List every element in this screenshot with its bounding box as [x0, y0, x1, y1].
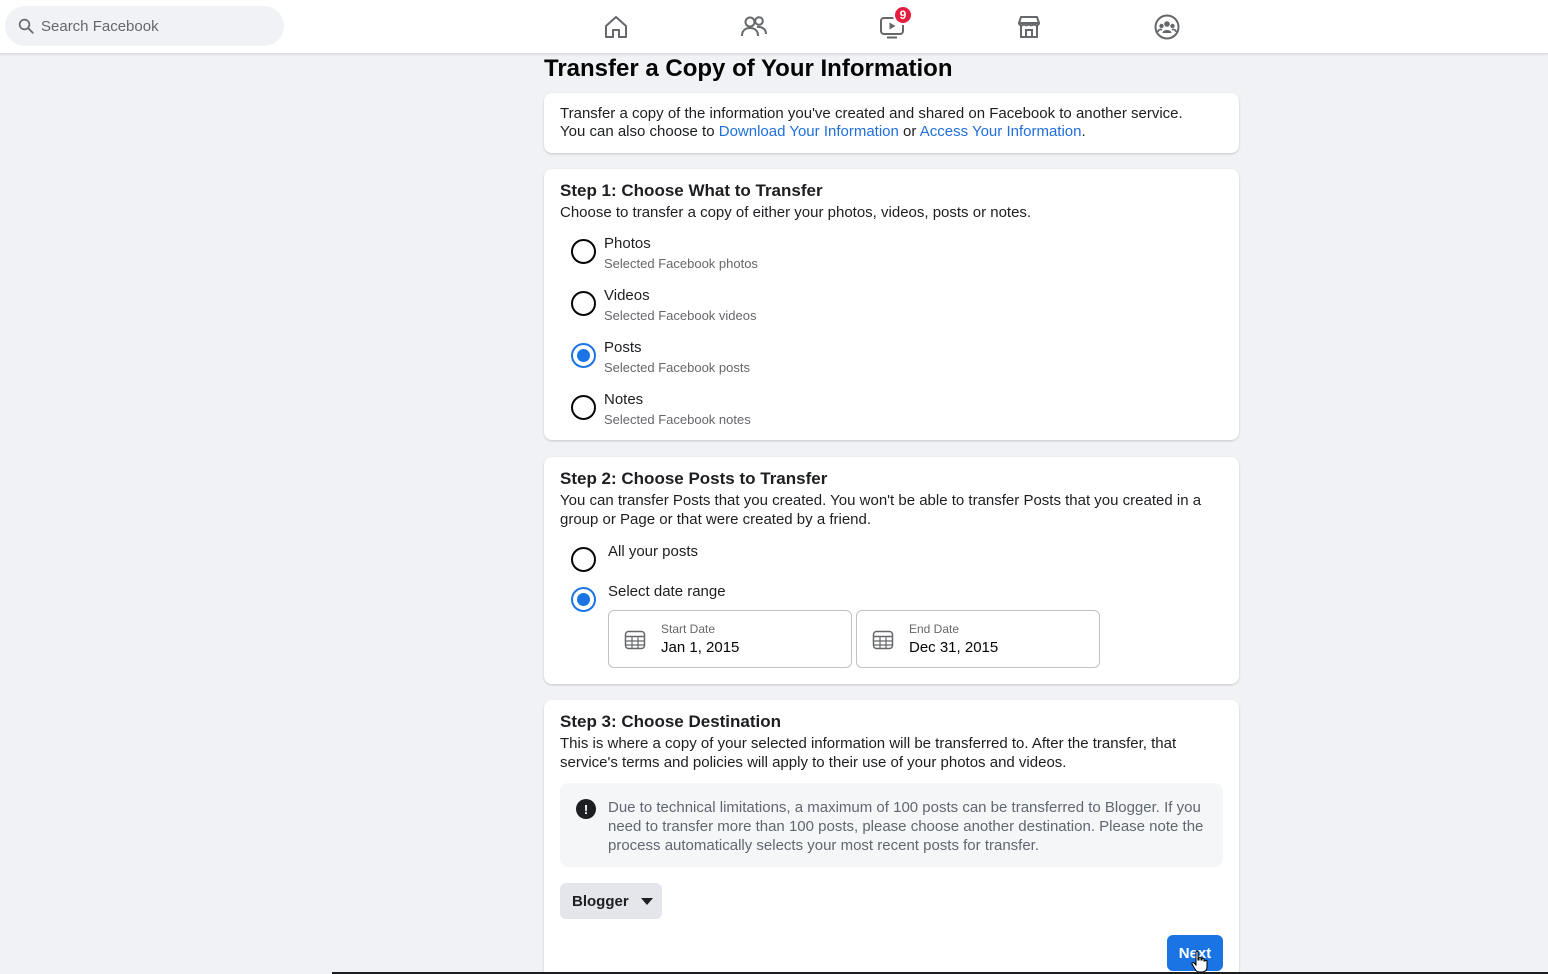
radio-posts[interactable] — [571, 343, 596, 368]
end-date-value: Dec 31, 2015 — [909, 639, 999, 656]
search-box[interactable] — [5, 6, 284, 46]
search-icon — [18, 18, 34, 34]
nav-marketplace[interactable] — [1009, 8, 1049, 46]
option-label: Select date range — [608, 583, 726, 600]
intro-card: Transfer a copy of the information you'v… — [544, 93, 1239, 153]
option-sublabel: Selected Facebook notes — [604, 412, 751, 427]
radio-videos[interactable] — [571, 291, 596, 316]
intro-suffix: . — [1081, 123, 1086, 140]
friends-icon — [741, 16, 767, 37]
destination-dropdown[interactable]: Blogger — [560, 883, 662, 919]
intro-line-1: Transfer a copy of the information you'v… — [560, 105, 1183, 122]
step3-title: Step 3: Choose Destination — [560, 712, 782, 731]
option-label: All your posts — [608, 543, 699, 560]
page-title: Transfer a Copy of Your Information — [544, 55, 953, 82]
start-date-label: Start Date — [661, 622, 716, 636]
download-your-information-link[interactable]: Download Your Information — [719, 123, 899, 140]
end-date-label: End Date — [909, 622, 960, 636]
end-date-field[interactable]: End Date Dec 31, 2015 — [856, 610, 1100, 668]
option-label: Photos — [604, 235, 651, 252]
step1-description: Choose to transfer a copy of either your… — [560, 204, 1032, 221]
intro-text: Transfer a copy of the information you'v… — [560, 105, 1223, 141]
transfer-limit-notice: ! Due to technical limitations, a maximu… — [560, 783, 1223, 867]
start-date-value: Jan 1, 2015 — [661, 639, 740, 656]
step2-title: Step 2: Choose Posts to Transfer — [560, 469, 828, 488]
option-sublabel: Selected Facebook videos — [604, 308, 757, 323]
step1-title: Step 1: Choose What to Transfer — [560, 181, 823, 200]
calendar-icon — [872, 630, 894, 650]
nav-groups[interactable] — [1147, 8, 1187, 46]
option-date-range[interactable]: Select date range — [571, 583, 726, 612]
destination-value: Blogger — [572, 892, 629, 910]
top-navigation-bar: 9 — [0, 0, 1548, 54]
option-label: Posts — [604, 339, 642, 356]
intro-connector: or — [898, 123, 920, 140]
search-input[interactable] — [41, 17, 271, 35]
notice-text: Due to technical limitations, a maximum … — [608, 799, 1204, 854]
option-label: Videos — [604, 287, 650, 304]
option-label: Notes — [604, 391, 644, 408]
step3-card: Step 3: Choose Destination This is where… — [544, 700, 1239, 974]
step3-description: This is where a copy of your selected in… — [560, 735, 1177, 771]
caret-down-icon — [640, 897, 653, 905]
home-icon — [605, 16, 627, 38]
marketplace-icon — [1018, 16, 1040, 38]
access-your-information-link[interactable]: Access Your Information — [920, 123, 1082, 140]
option-notes[interactable]: Notes Selected Facebook notes — [571, 391, 751, 428]
nav-friends[interactable] — [734, 8, 774, 46]
step2-description: You can transfer Posts that you created.… — [560, 492, 1202, 528]
step1-card: Step 1: Choose What to Transfer Choose t… — [544, 169, 1239, 440]
intro-line-2-prefix: You can also choose to — [560, 123, 719, 140]
radio-notes[interactable] — [571, 395, 596, 420]
radio-date-range[interactable] — [571, 587, 596, 612]
step2-card: Step 2: Choose Posts to Transfer You can… — [544, 457, 1239, 684]
option-sublabel: Selected Facebook posts — [604, 360, 750, 375]
nav-watch[interactable]: 9 — [872, 5, 913, 46]
exclamation-icon: ! — [576, 799, 596, 819]
option-sublabel: Selected Facebook photos — [604, 256, 758, 271]
nav-home[interactable] — [596, 8, 636, 46]
radio-all-posts[interactable] — [571, 547, 596, 572]
notification-badge: 9 — [893, 5, 913, 25]
option-all-posts[interactable]: All your posts — [571, 543, 698, 572]
calendar-icon — [624, 630, 646, 650]
option-posts[interactable]: Posts Selected Facebook posts — [571, 339, 750, 376]
hand-cursor-icon — [1191, 950, 1208, 973]
option-videos[interactable]: Videos Selected Facebook videos — [571, 287, 756, 324]
groups-icon — [1154, 14, 1180, 40]
start-date-field[interactable]: Start Date Jan 1, 2015 — [608, 610, 852, 668]
radio-photos[interactable] — [571, 239, 596, 264]
option-photos[interactable]: Photos Selected Facebook photos — [571, 235, 758, 272]
